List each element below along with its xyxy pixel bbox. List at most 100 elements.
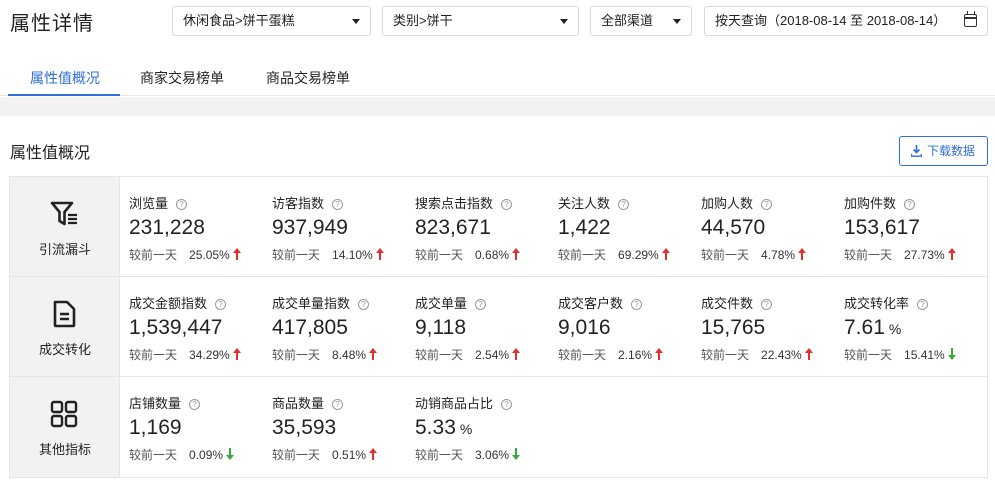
metric-comparison: 较前一天 0.68% [415,246,521,263]
help-icon[interactable]: ? [475,299,487,310]
metric-name-text: 成交客户数 [558,296,624,311]
metrics-row-conversion: 成交转化 成交金额指数? 1,539,447 较前一天 34.29% 成交单量指数? 41… [10,277,987,377]
metric-value-number: 35,593 [272,416,337,439]
metric-card: 关注人数? 1,422 较前一天 69.29% [558,177,701,276]
type-select[interactable]: 类别>饼干 [382,6,579,36]
metric-name-text: 关注人数 [558,196,611,211]
help-icon[interactable]: ? [631,299,643,310]
tab-product-ranking[interactable]: 商品交易榜单 [266,68,350,88]
chevron-down-icon [560,19,568,24]
help-icon[interactable]: ? [215,299,227,310]
metric-card: 访客指数? 937,949 较前一天 14.10% [272,177,415,276]
help-icon[interactable]: ? [358,299,370,310]
category-cell: 其他指标 [10,377,120,477]
metric-comparison: 较前一天 0.09% [129,446,235,463]
arrow-up-icon [369,348,378,360]
help-icon[interactable]: ? [904,199,916,210]
metric-card: 店铺数量? 1,169 较前一天 0.09% [129,377,272,477]
compare-label: 较前一天 [558,348,607,362]
chevron-down-icon [352,19,360,24]
compare-label: 较前一天 [558,248,607,262]
metric-name: 商品数量? [272,393,344,412]
help-icon[interactable]: ? [618,199,630,210]
metric-value: 823,671 [415,216,491,240]
tab-merchant-ranking[interactable]: 商家交易榜单 [140,68,224,88]
compare-label: 较前一天 [129,448,178,462]
metric-comparison: 较前一天 14.10% [272,246,384,263]
metric-value-number: 231,228 [129,216,205,239]
metric-comparison: 较前一天 2.16% [558,346,664,363]
page-title: 属性详情 [10,13,94,35]
help-icon[interactable]: ? [189,399,201,410]
metric-value: 5.33% [415,416,472,440]
help-icon[interactable]: ? [917,299,929,310]
metric-card: 成交金额指数? 1,539,447 较前一天 34.29% [129,277,272,376]
help-icon[interactable]: ? [501,399,513,410]
metric-name-text: 浏览量 [129,196,169,211]
arrow-down-icon [512,448,521,460]
help-icon[interactable]: ? [332,399,344,410]
active-tab-indicator [8,94,120,96]
download-data-button[interactable]: 下载数据 [899,136,988,166]
metric-name-text: 搜索点击指数 [415,196,494,211]
metric-name: 店铺数量? [129,393,201,412]
metric-comparison: 较前一天 22.43% [701,346,813,363]
help-icon[interactable]: ? [761,199,773,210]
arrow-up-icon [232,348,241,360]
metric-value: 7.61% [844,316,901,340]
category-label: 引流漏斗 [38,242,91,257]
metric-card: 浏览量? 231,228 较前一天 25.05% [129,177,272,276]
date-range-value: 按天查询（2018-08-14 至 2018-08-14） [715,13,947,28]
metric-comparison: 较前一天 2.54% [415,346,521,363]
category-select-value: 休闲食品>饼干蛋糕 [183,13,295,28]
compare-label: 较前一天 [701,248,750,262]
download-icon [911,145,922,157]
tab-attribute-overview[interactable]: 属性值概况 [30,68,100,88]
metric-change: 15.41% [904,348,945,362]
metric-name-text: 加购人数 [701,196,754,211]
document-icon [53,300,76,328]
metric-value-number: 5.33 [415,416,456,439]
metric-name: 关注人数? [558,193,630,212]
metric-name-text: 店铺数量 [129,396,182,411]
metric-value-number: 7.61 [844,316,885,339]
metric-change: 25.05% [189,248,230,262]
compare-label: 较前一天 [701,348,750,362]
metric-comparison: 较前一天 8.48% [272,346,378,363]
metric-value: 937,949 [272,216,348,240]
metric-value: 44,570 [701,216,765,240]
arrow-up-icon [804,348,813,360]
arrow-up-icon [655,348,664,360]
metric-change: 2.16% [618,348,653,362]
calendar-icon [964,11,977,27]
metric-name: 成交单量指数? [272,293,370,312]
metric-value: 15,765 [701,316,765,340]
type-select-value: 类别>饼干 [393,13,453,28]
metric-name: 浏览量? [129,193,188,212]
metric-change: 4.78% [761,248,796,262]
metric-card: 成交转化率? 7.61% 较前一天 15.41% [844,277,987,376]
help-icon[interactable]: ? [332,199,344,210]
metric-unit: % [459,421,473,437]
help-icon[interactable]: ? [501,199,513,210]
metric-value: 35,593 [272,416,336,440]
compare-label: 较前一天 [129,348,178,362]
metric-name: 成交客户数? [558,293,643,312]
metric-comparison: 较前一天 15.41% [844,346,956,363]
channel-select[interactable]: 全部渠道 [590,6,692,36]
arrow-up-icon [947,248,956,260]
category-label: 其他指标 [38,442,91,457]
metric-name-text: 成交单量 [415,296,468,311]
arrow-up-icon [512,248,521,260]
category-select[interactable]: 休闲食品>饼干蛋糕 [172,6,371,36]
metric-name-text: 动销商品占比 [415,396,494,411]
metric-name-text: 成交金额指数 [129,296,208,311]
metric-card: 商品数量? 35,593 较前一天 0.51% [272,377,415,477]
date-range-picker[interactable]: 按天查询（2018-08-14 至 2018-08-14） [704,6,988,36]
metric-value: 153,617 [844,216,920,240]
metric-change: 0.51% [332,448,367,462]
metric-value: 231,228 [129,216,205,240]
help-icon[interactable]: ? [761,299,773,310]
metric-card: 加购件数? 153,617 较前一天 27.73% [844,177,987,276]
help-icon[interactable]: ? [176,199,188,210]
